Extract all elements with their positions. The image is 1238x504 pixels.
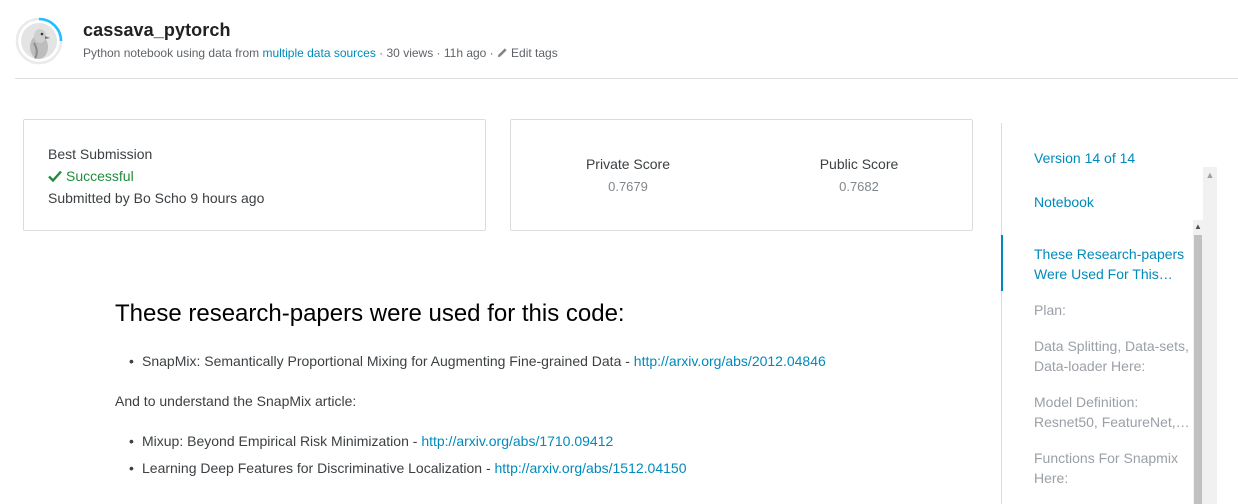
edit-tags-label: Edit tags <box>511 46 558 60</box>
best-submission-card: Best Submission Successful Submitted by … <box>23 119 486 231</box>
sidebar-divider <box>1001 123 1002 504</box>
edit-tags-button[interactable]: Edit tags <box>497 46 558 60</box>
author-avatar[interactable] <box>15 17 63 65</box>
pencil-icon <box>497 48 507 58</box>
notebook-title[interactable]: cassava_pytorch <box>83 20 231 41</box>
toc-item-data-splitting[interactable]: Data Splitting, Data-sets, Data-loader H… <box>1034 336 1194 376</box>
public-score-value: 0.7682 <box>839 179 879 194</box>
check-icon <box>48 170 62 182</box>
public-score: Public Score 0.7682 <box>789 156 929 194</box>
tab-notebook[interactable]: Notebook <box>1034 194 1094 210</box>
meta-prefix: Python notebook using data from <box>83 46 263 60</box>
paper-link[interactable]: http://arxiv.org/abs/1710.09412 <box>421 433 613 449</box>
list-item: Mixup: Beyond Empirical Risk Minimizatio… <box>129 433 613 449</box>
submission-status-label: Successful <box>66 168 134 184</box>
notebook-meta: Python notebook using data from multiple… <box>83 46 558 60</box>
data-sources-link[interactable]: multiple data sources <box>262 46 375 60</box>
paper-link[interactable]: http://arxiv.org/abs/1512.04150 <box>495 460 687 476</box>
paper-link[interactable]: http://arxiv.org/abs/2012.04846 <box>634 353 826 369</box>
scores-card: Private Score 0.7679 Public Score 0.7682 <box>510 119 973 231</box>
paragraph: And to understand the SnapMix article: <box>115 393 357 409</box>
private-score: Private Score 0.7679 <box>558 156 698 194</box>
private-score-value: 0.7679 <box>608 179 648 194</box>
list-item-text: Learning Deep Features for Discriminativ… <box>142 460 495 476</box>
toc-item-snapmix-functions[interactable]: Functions For Snapmix Here: <box>1034 448 1194 488</box>
list-item: SnapMix: Semantically Proportional Mixin… <box>129 353 826 369</box>
toc-item-plan[interactable]: Plan: <box>1034 300 1194 320</box>
scroll-up-arrow-icon[interactable]: ▲ <box>1203 167 1217 183</box>
goose-avatar-icon <box>21 23 57 59</box>
version-link[interactable]: Version 14 of 14 <box>1034 150 1135 166</box>
public-score-label: Public Score <box>819 156 899 172</box>
toc-item-model-definition[interactable]: Model Definition: Resnet50, FeatureNet,… <box>1034 392 1194 432</box>
toc-scrollbar-thumb[interactable] <box>1194 235 1202 504</box>
best-submission-title: Best Submission <box>48 146 153 162</box>
header-divider <box>15 78 1238 79</box>
meta-views: · 30 views · 11h ago · <box>375 46 498 60</box>
toc-item-research-papers[interactable]: These Research-papers Were Used For This… <box>1034 244 1194 284</box>
sidebar-scrollbar[interactable] <box>1203 167 1217 504</box>
submitted-by: Submitted by Bo Scho 9 hours ago <box>48 190 265 206</box>
avatar <box>21 23 57 59</box>
list-item: Learning Deep Features for Discriminativ… <box>129 460 686 476</box>
list-item-text: Mixup: Beyond Empirical Risk Minimizatio… <box>142 433 422 449</box>
submission-status: Successful <box>48 168 134 184</box>
section-heading: These research-papers were used for this… <box>115 300 625 327</box>
toc-scroll-up-icon[interactable]: ▲ <box>1193 220 1203 234</box>
notebook-header: cassava_pytorch Python notebook using da… <box>0 0 1238 80</box>
toc-active-indicator <box>1001 235 1003 291</box>
private-score-label: Private Score <box>585 156 671 172</box>
list-item-text: SnapMix: Semantically Proportional Mixin… <box>142 353 634 369</box>
